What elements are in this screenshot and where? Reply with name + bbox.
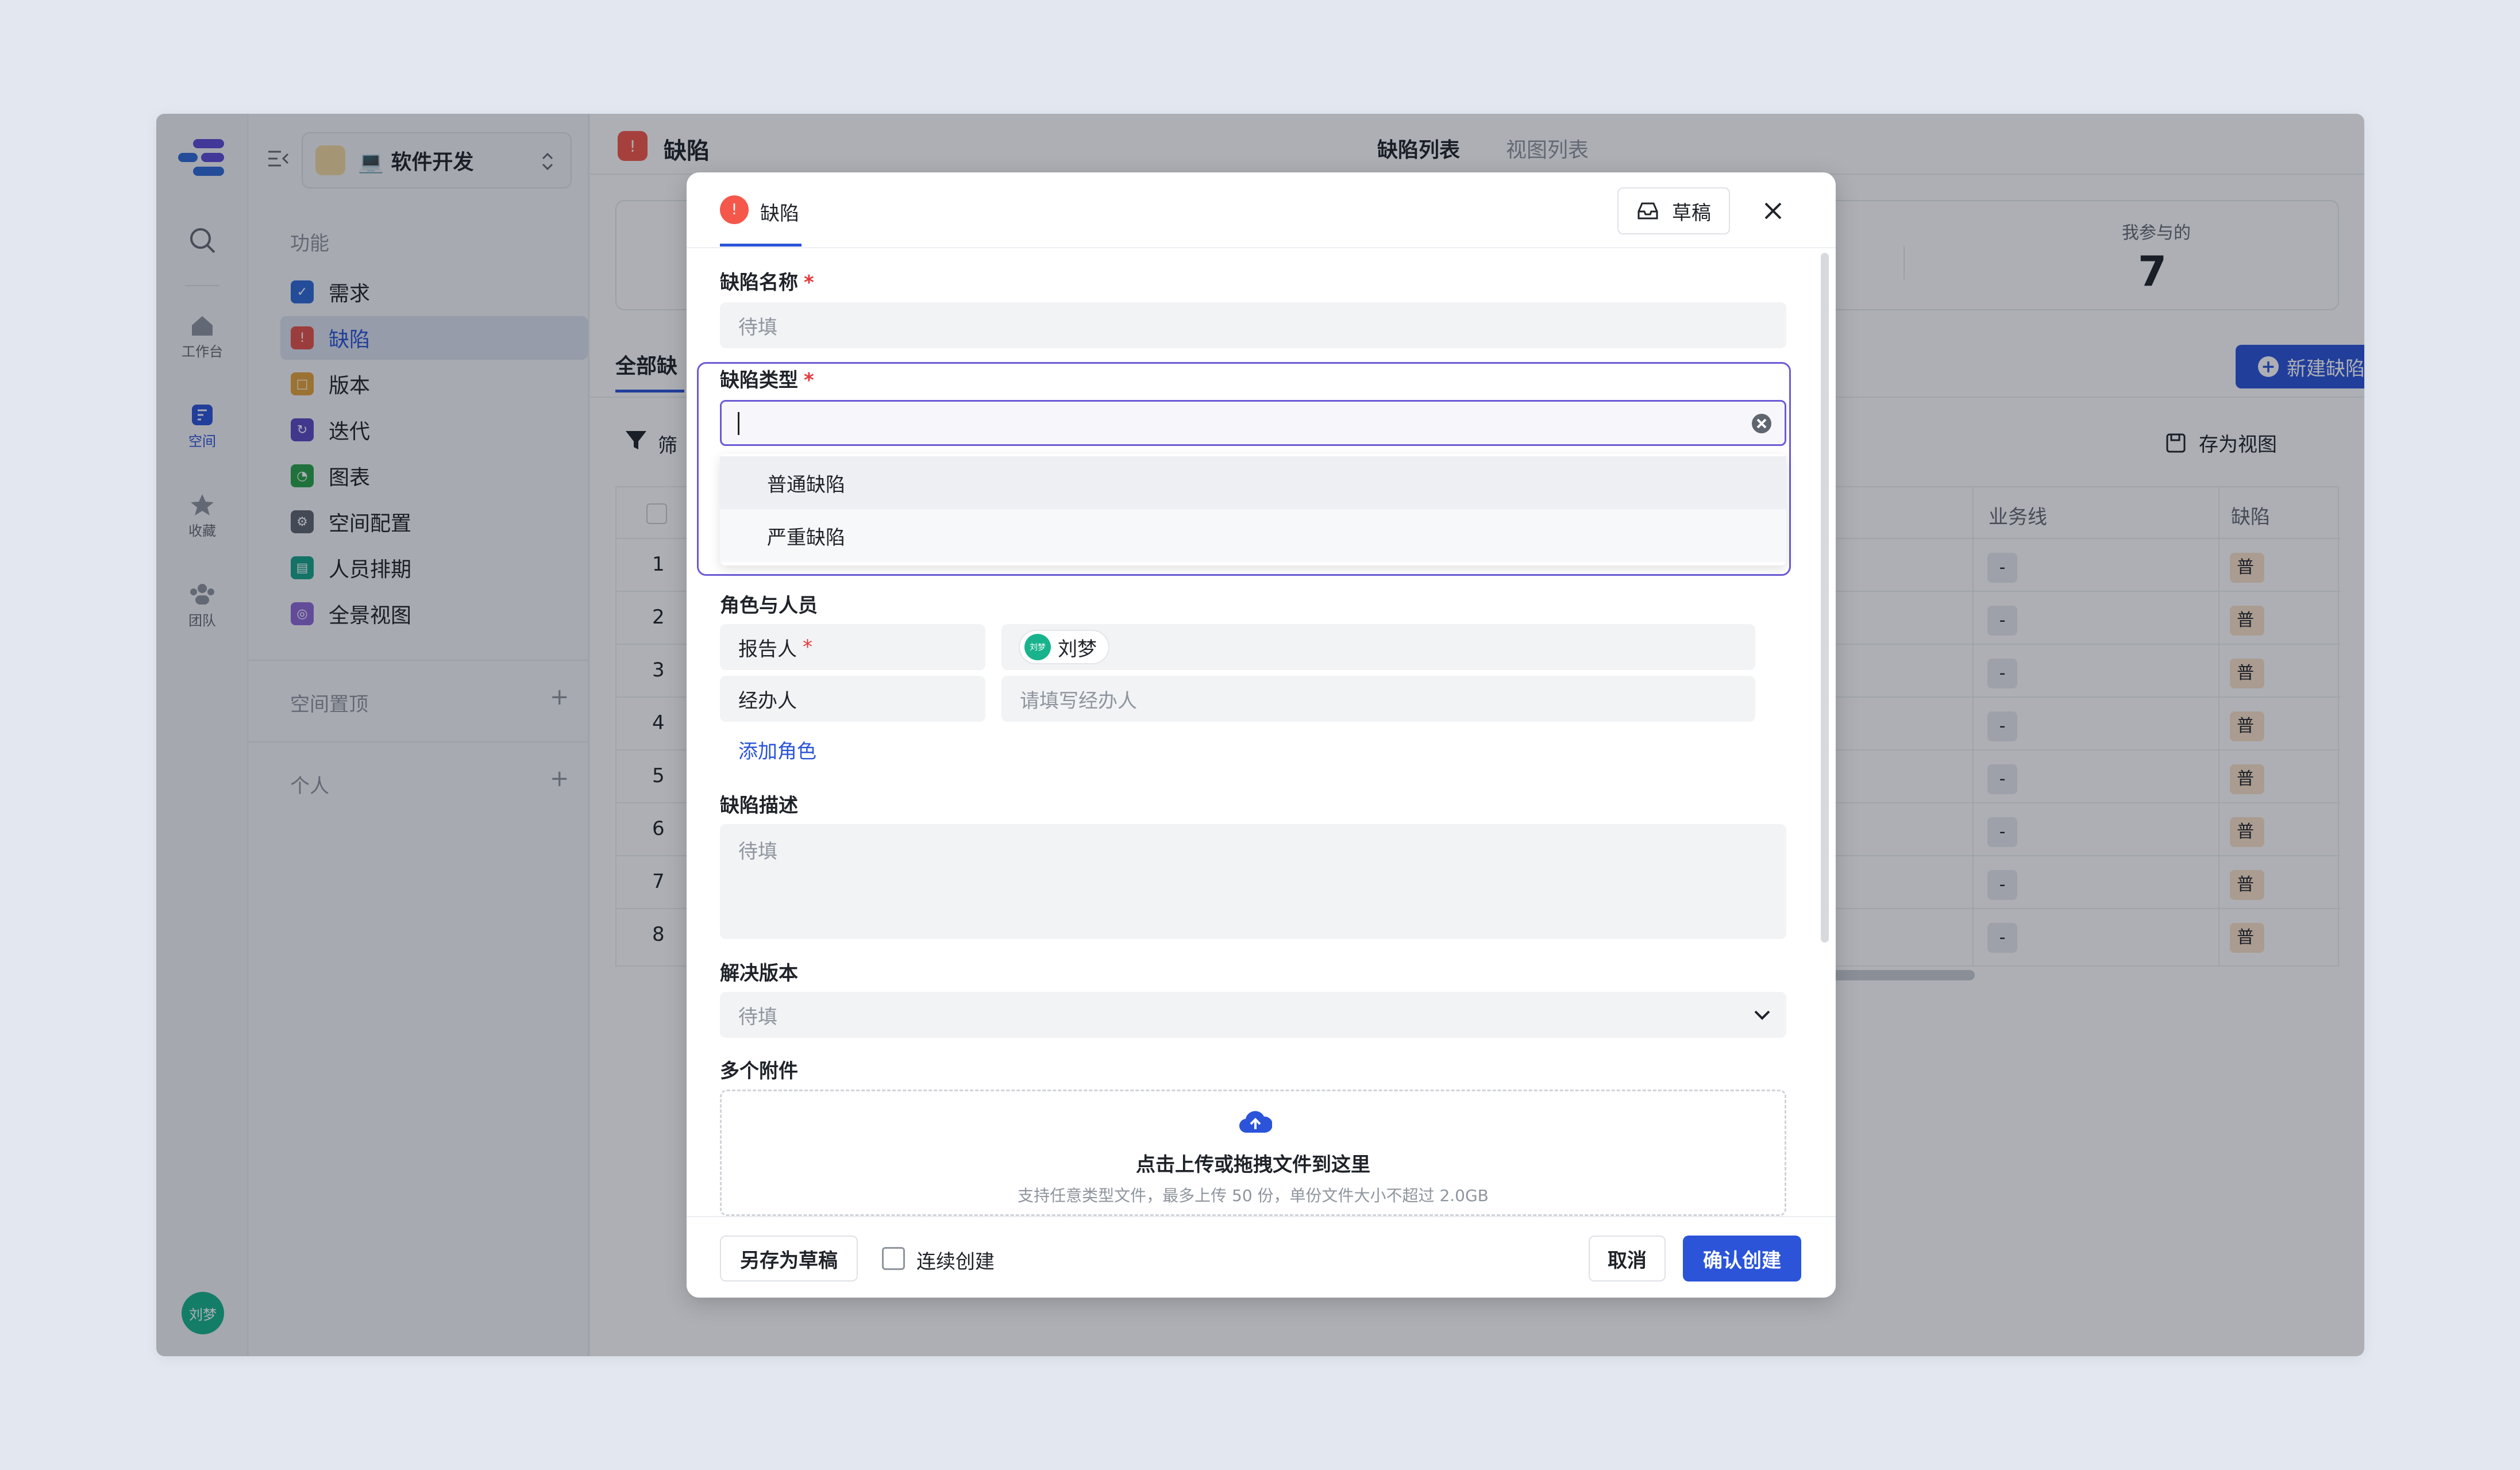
clear-icon[interactable] [1750, 412, 1773, 435]
defect-name-label: 缺陷名称 * [720, 271, 814, 294]
reporter-role-cell: 报告人 * [720, 624, 985, 670]
confirm-create-button[interactable]: 确认创建 [1683, 1236, 1801, 1282]
option-normal-defect[interactable]: 普通缺陷 [720, 456, 1786, 509]
defect-type-dropdown: 普通缺陷 严重缺陷 [720, 454, 1786, 565]
roles-label: 角色与人员 [720, 594, 818, 617]
handler-role-cell: 经办人 [720, 676, 985, 722]
continuous-create-label: 连续创建 [916, 1250, 995, 1273]
defect-type-icon: ! [720, 195, 749, 224]
reporter-avatar: 刘梦 [1024, 634, 1051, 660]
reporter-label: 报告人 [738, 637, 797, 661]
dialog-tab-defect[interactable]: 缺陷 [760, 198, 799, 226]
defect-type-input[interactable] [720, 400, 1786, 446]
inbox-icon [1637, 202, 1658, 220]
defect-type-label: 缺陷类型 * [720, 369, 814, 392]
reporter-field[interactable]: 刘梦 刘梦 [1001, 624, 1755, 670]
upload-dropzone[interactable]: 点击上传或拖拽文件到这里 支持任意类型文件，最多上传 50 份，单份文件大小不超… [720, 1090, 1786, 1216]
reporter-chip[interactable]: 刘梦 刘梦 [1019, 630, 1109, 664]
cancel-button[interactable]: 取消 [1589, 1236, 1666, 1282]
create-defect-dialog: ! 缺陷 草稿 缺陷名称 * 待填 缺陷类型 * 普通缺陷 严重缺陷 角色与人员 报… [687, 172, 1836, 1298]
version-placeholder: 待填 [738, 1005, 777, 1029]
version-label: 解决版本 [720, 962, 798, 985]
attachments-label: 多个附件 [720, 1060, 798, 1083]
save-as-draft-button[interactable]: 另存为草稿 [720, 1236, 858, 1282]
handler-input[interactable]: 请填写经办人 [1001, 676, 1755, 722]
dialog-scrollbar[interactable] [1821, 253, 1829, 942]
draft-label: 草稿 [1672, 201, 1711, 225]
description-label: 缺陷描述 [720, 794, 798, 817]
continuous-create-checkbox[interactable] [882, 1247, 905, 1270]
text-cursor [738, 412, 739, 435]
description-textarea[interactable]: 待填 [720, 824, 1786, 939]
defect-name-input[interactable]: 待填 [720, 302, 1786, 348]
cloud-upload-icon [1239, 1111, 1272, 1133]
reporter-name: 刘梦 [1058, 637, 1097, 661]
close-icon[interactable] [1762, 200, 1784, 222]
draft-box-button[interactable]: 草稿 [1617, 187, 1730, 234]
option-severe-defect[interactable]: 严重缺陷 [720, 509, 1786, 562]
upload-title: 点击上传或拖拽文件到这里 [1136, 1153, 1370, 1176]
add-role-link[interactable]: 添加角色 [738, 736, 816, 764]
version-select[interactable]: 待填 [720, 992, 1786, 1038]
chevron-down-icon [1754, 1010, 1770, 1020]
upload-hint: 支持任意类型文件，最多上传 50 份，单份文件大小不超过 2.0GB [1018, 1186, 1489, 1205]
dialog-footer: 另存为草稿 连续创建 取消 确认创建 [687, 1216, 1836, 1298]
